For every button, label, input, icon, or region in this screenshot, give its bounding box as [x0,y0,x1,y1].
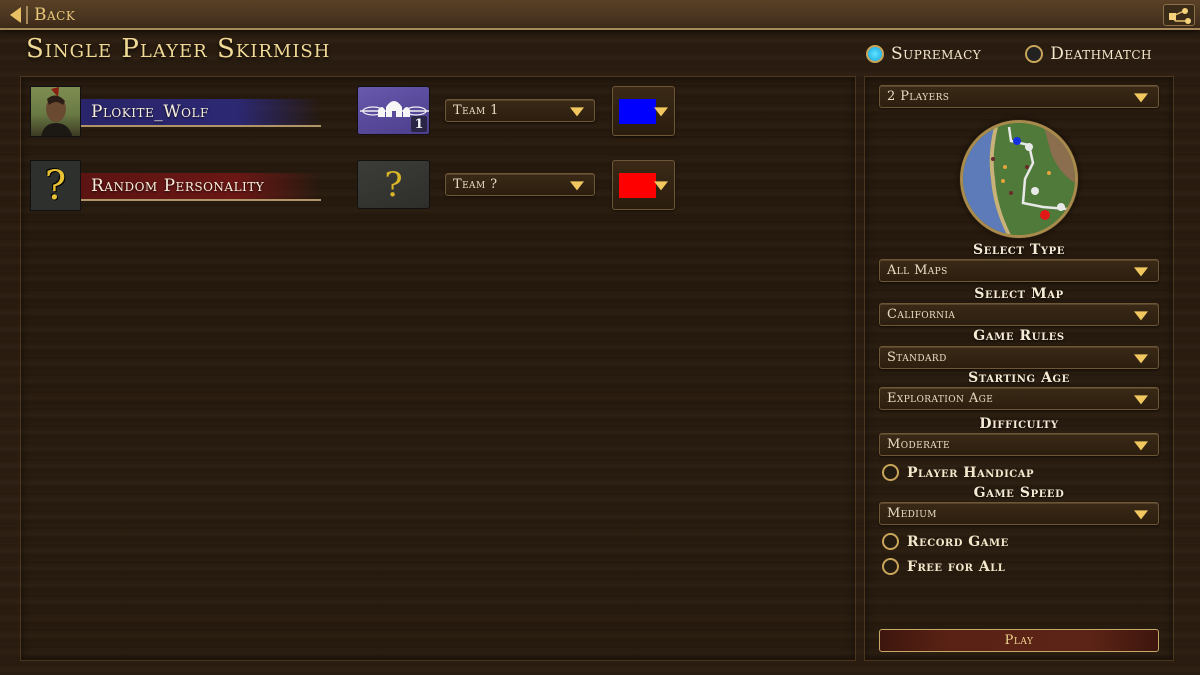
question-mark-icon: ? [384,164,403,205]
game-rules-value: Standard [887,350,947,365]
civ-number-badge: 1 [411,116,427,132]
back-button[interactable]: Back [10,5,75,25]
radio-unselected-icon [882,464,899,481]
chevron-down-icon [1134,310,1148,320]
network-icon [1169,8,1191,24]
select-type-value: All Maps [887,263,948,278]
top-bar: Back [0,0,1200,30]
question-mark-avatar[interactable]: ? [30,160,81,211]
chevron-down-icon [1134,394,1148,404]
mode-supremacy-radio[interactable]: Supremacy [866,44,981,64]
toggle-label: Player Handicap [907,464,1034,481]
game-rules-label: Game Rules [973,328,1065,344]
team-value: Team ? [453,177,498,192]
record-game-toggle[interactable]: Record Game [882,533,1009,550]
radio-unselected-icon [882,533,899,550]
divider [26,6,28,24]
select-type-dropdown[interactable]: All Maps [879,259,1159,282]
toggle-label: Free for All [907,558,1006,575]
player-count-value: 2 Players [887,89,950,104]
portrait-avatar[interactable] [30,86,81,137]
radio-unselected-icon [1025,45,1044,63]
starting-age-label: Starting Age [968,370,1070,386]
toggle-label: Record Game [907,533,1009,550]
back-arrow-icon [10,7,21,23]
starting-age-dropdown[interactable]: Exploration Age [879,387,1159,410]
team-dropdown[interactable]: Team ? [445,173,595,196]
question-mark-icon: ? [44,162,67,209]
player-name: Random Personality [81,173,321,201]
color-swatch [619,99,656,124]
starting-age-value: Exploration Age [887,391,994,406]
game-speed-value: Medium [887,506,937,521]
difficulty-dropdown[interactable]: Moderate [879,433,1159,456]
player-row: ? Random Personality ? Team ? [30,160,680,212]
network-button[interactable] [1163,4,1195,26]
chevron-down-icon [1134,509,1148,519]
game-rules-dropdown[interactable]: Standard [879,346,1159,369]
select-type-label: Select Type [973,242,1065,258]
chevron-down-icon [1134,353,1148,363]
player-handicap-toggle[interactable]: Player Handicap [882,464,1034,481]
team-dropdown[interactable]: Team 1 [445,99,595,122]
free-for-all-toggle[interactable]: Free for All [882,558,1005,575]
radio-label: Supremacy [891,44,982,64]
color-swatch [619,173,656,198]
radio-label: Deathmatch [1050,44,1153,64]
civ-selector[interactable]: ? [357,160,430,209]
back-label: Back [34,5,76,25]
select-map-dropdown[interactable]: California [879,303,1159,326]
radio-unselected-icon [882,558,899,575]
player-count-dropdown[interactable]: 2 Players [879,85,1159,108]
player-row: Plokite_Wolf 1 Team 1 [30,86,680,138]
chevron-down-icon [1134,92,1148,102]
game-speed-dropdown[interactable]: Medium [879,502,1159,525]
page-title: Single Player Skirmish [26,34,331,64]
difficulty-label: Difficulty [979,416,1059,432]
map-preview[interactable] [960,120,1078,238]
chevron-down-icon [654,107,668,117]
radio-selected-icon [866,45,884,63]
chevron-down-icon [1134,440,1148,450]
chevron-down-icon [570,106,584,116]
game-speed-label: Game Speed [973,485,1065,501]
chevron-down-icon [654,181,668,191]
player-portrait-icon [41,87,73,136]
civ-selector[interactable]: 1 [357,86,430,135]
play-button[interactable]: Play [879,629,1159,652]
game-mode-radios: Supremacy Deathmatch [866,44,1152,64]
mode-deathmatch-radio[interactable]: Deathmatch [1025,44,1152,64]
chevron-down-icon [1134,266,1148,276]
team-value: Team 1 [453,103,499,118]
player-name: Plokite_Wolf [81,99,321,127]
player-color-picker[interactable] [612,160,675,210]
chevron-down-icon [570,180,584,190]
difficulty-value: Moderate [887,437,951,452]
select-map-value: California [887,307,956,322]
player-color-picker[interactable] [612,86,675,136]
minimap-image [963,123,1075,235]
select-map-label: Select Map [974,286,1064,302]
